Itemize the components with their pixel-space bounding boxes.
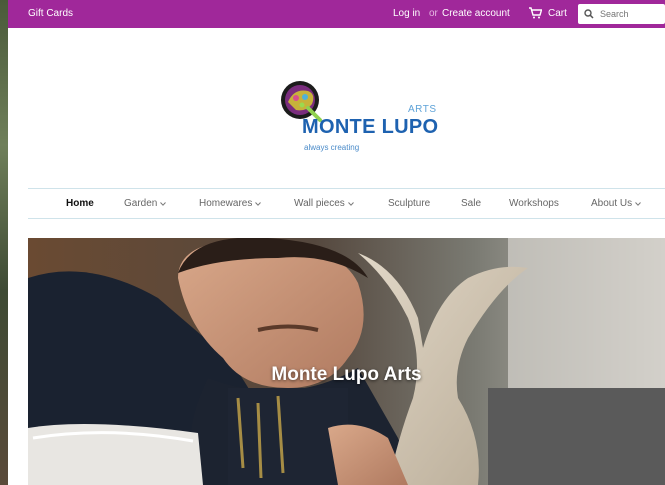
cart-label: Cart — [548, 7, 567, 19]
nav-item-sculpture[interactable]: Sculpture — [388, 198, 430, 209]
nav-divider-top — [28, 188, 665, 189]
cart-link[interactable]: Cart — [528, 7, 567, 19]
logo-arts-text: ARTS — [408, 104, 437, 115]
search-box[interactable] — [578, 4, 665, 24]
chevron-down-icon — [635, 201, 642, 206]
create-account-link[interactable]: Create account — [442, 8, 510, 19]
nav-item-garden[interactable]: Garden — [124, 198, 167, 209]
cart-icon — [529, 7, 542, 19]
nav-item-wall-pieces[interactable]: Wall pieces — [294, 198, 354, 209]
nav-item-workshops[interactable]: Workshops — [509, 198, 559, 209]
logo-name-text: MONTE LUPO — [302, 116, 439, 138]
chevron-down-icon — [347, 201, 354, 206]
chevron-down-icon — [255, 201, 262, 206]
nav-item-homewares[interactable]: Homewares — [199, 198, 262, 209]
or-text: or — [429, 8, 438, 19]
nav-item-sale[interactable]: Sale — [461, 198, 481, 209]
nav-item-about-us[interactable]: About Us — [591, 198, 642, 209]
chevron-down-icon — [160, 201, 167, 206]
monte-lupo-logo[interactable]: ARTS MONTE LUPO always creating — [278, 78, 448, 158]
hero-photo-artist-sculpting — [28, 238, 665, 485]
hero-banner[interactable]: Monte Lupo Arts — [28, 238, 665, 485]
nav-item-home[interactable]: Home — [66, 198, 94, 209]
search-input[interactable] — [598, 8, 662, 20]
hero-title: Monte Lupo Arts — [271, 364, 422, 385]
login-link[interactable]: Log in — [393, 8, 420, 19]
nav-divider-bottom — [28, 218, 665, 219]
search-icon — [584, 9, 594, 19]
gift-cards-link[interactable]: Gift Cards — [28, 8, 73, 19]
left-edge-background — [0, 0, 8, 485]
logo-tagline: always creating — [304, 143, 360, 152]
top-bar: Gift Cards Log in or Create account Cart — [8, 0, 665, 28]
